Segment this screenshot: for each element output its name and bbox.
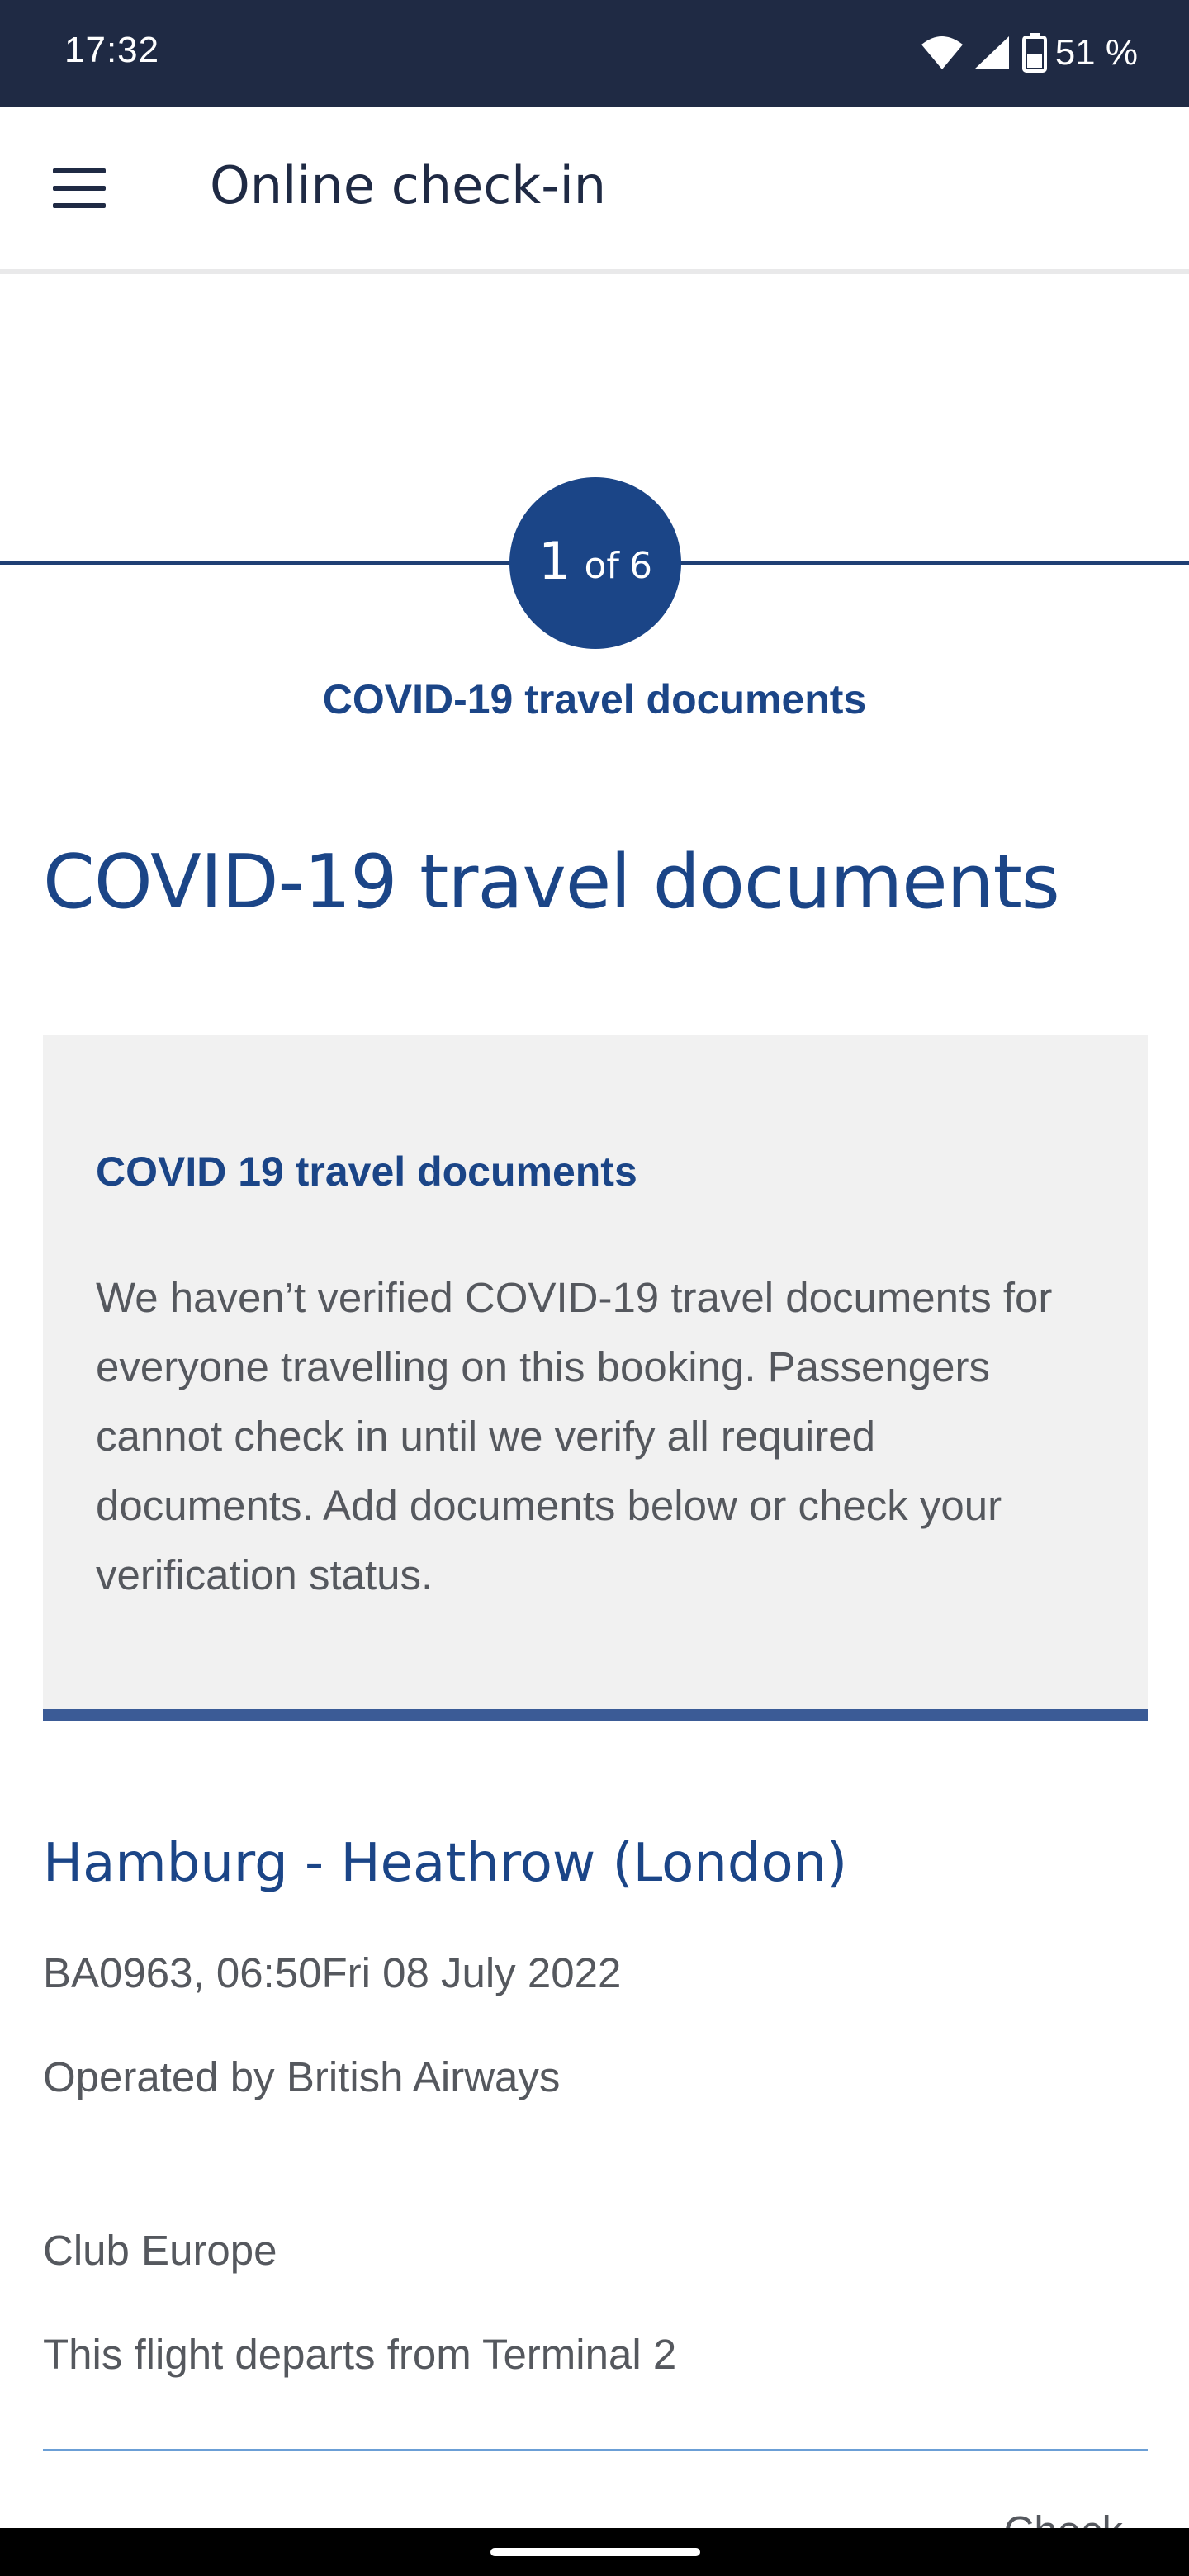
- navigation-bar: [0, 2528, 1189, 2576]
- home-gesture-handle[interactable]: [490, 2548, 700, 2556]
- divider: [43, 2449, 1148, 2451]
- status-indicators: 51 %: [920, 30, 1138, 76]
- battery-percent: 51 %: [1054, 32, 1138, 73]
- status-bar: 17:32 51 %: [0, 0, 1189, 107]
- info-box: COVID 19 travel documents We haven’t ver…: [43, 1035, 1148, 1721]
- page-title: COVID-19 travel documents: [43, 839, 1060, 926]
- step-label: COVID-19 travel documents: [322, 676, 867, 722]
- menu-icon[interactable]: [46, 155, 112, 221]
- operated-by: Operated by British Airways: [43, 2053, 561, 2100]
- app-title: Online check-in: [210, 155, 607, 215]
- info-box-body: We haven’t verified COVID-19 travel docu…: [96, 1274, 1053, 1598]
- flight-route: Hamburg - Heathrow (London): [43, 1833, 848, 1894]
- step-indicator: 1 of 6: [509, 477, 681, 649]
- signal-icon: [973, 36, 1009, 69]
- departure-terminal: This flight departs from Terminal 2: [43, 2331, 677, 2378]
- step-total: 6: [628, 544, 652, 587]
- step-current: 1: [538, 530, 571, 591]
- flight-number-date: BA0963, 06:50Fri 08 July 2022: [43, 1949, 622, 1996]
- battery-icon: [1021, 33, 1047, 73]
- cabin-class: Club Europe: [43, 2227, 277, 2274]
- wifi-icon: [921, 36, 963, 69]
- status-time: 17:32: [64, 30, 160, 70]
- step-of: of: [584, 544, 619, 587]
- app-bar: Online check-in: [0, 107, 1189, 274]
- info-box-title: COVID 19 travel documents: [96, 1148, 637, 1195]
